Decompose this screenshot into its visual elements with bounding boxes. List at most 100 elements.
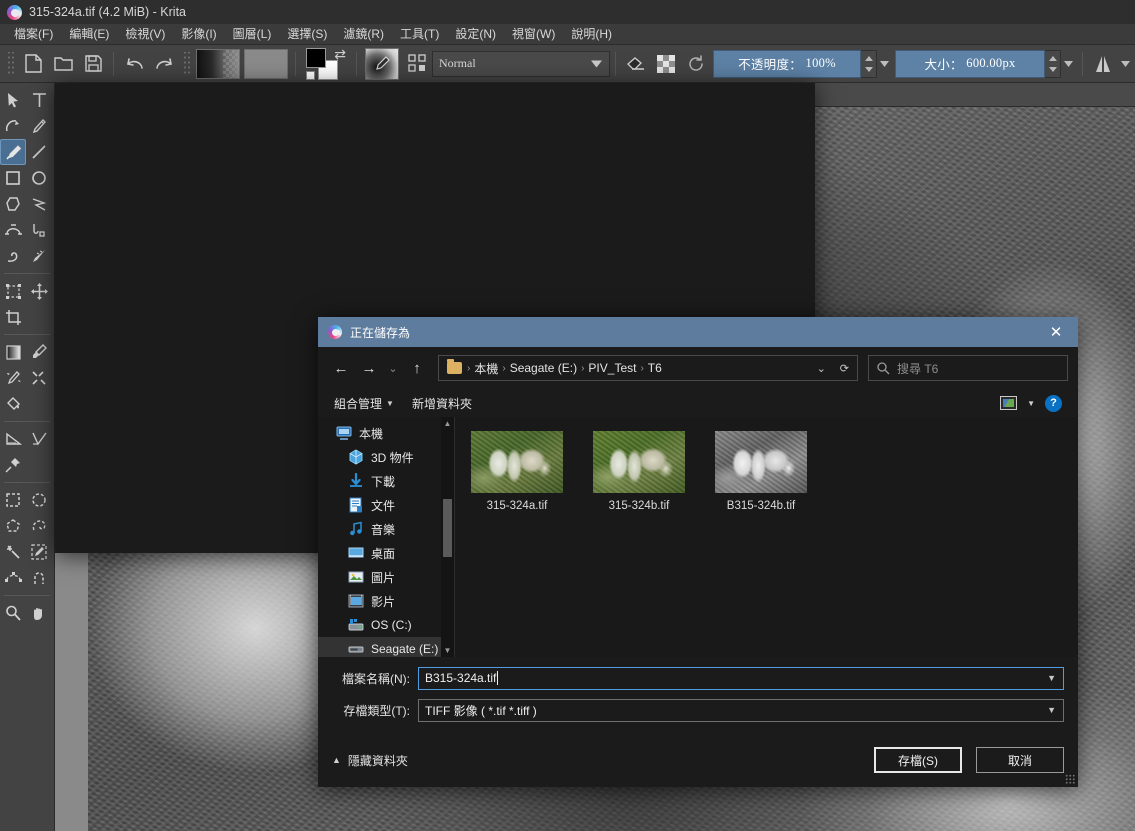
sidebar-item-music[interactable]: 音樂: [318, 517, 454, 541]
breadcrumb-chevron-down-icon[interactable]: ⌄: [811, 362, 832, 375]
alpha-lock-icon[interactable]: [652, 50, 680, 78]
mirror-horizontal-icon[interactable]: [1089, 50, 1117, 78]
freehand-select-tool[interactable]: [26, 513, 52, 539]
reference-images-tool[interactable]: [0, 452, 26, 478]
dynamic-brush-tool[interactable]: [0, 243, 26, 269]
move-tool[interactable]: [26, 278, 52, 304]
magnetic-select-tool[interactable]: [26, 565, 52, 591]
polyline-tool[interactable]: [26, 191, 52, 217]
help-question-icon[interactable]: ?: [1045, 394, 1062, 412]
rectangle-tool[interactable]: [0, 165, 26, 191]
menu-view[interactable]: 檢視(V): [117, 23, 173, 45]
contiguous-select-tool[interactable]: [0, 539, 26, 565]
close-x-icon[interactable]: ✕: [1034, 317, 1078, 347]
similar-color-select-tool[interactable]: [26, 539, 52, 565]
resize-grip-icon[interactable]: [1065, 774, 1075, 784]
menu-file[interactable]: 檔案(F): [6, 23, 61, 45]
transform-tool[interactable]: [0, 278, 26, 304]
text-tool[interactable]: [26, 87, 52, 113]
save-button[interactable]: 存檔(S): [874, 747, 962, 773]
polygonal-select-tool[interactable]: [0, 513, 26, 539]
redo-button[interactable]: [150, 50, 178, 78]
foreground-background-color[interactable]: ⇄: [306, 46, 346, 80]
brush-preset-icon[interactable]: [365, 47, 399, 80]
menu-tools[interactable]: 工具(T): [392, 23, 447, 45]
menu-settings[interactable]: 設定(N): [447, 23, 504, 45]
multibrush-tool[interactable]: [26, 243, 52, 269]
bezier-curve-tool[interactable]: [0, 217, 26, 243]
refresh-icon[interactable]: ⟳: [834, 362, 855, 375]
opacity-options-caret[interactable]: [877, 50, 891, 78]
file-item[interactable]: 315-324a.tif: [465, 431, 569, 512]
sidebar-item-seagate-e[interactable]: Seagate (E:): [318, 637, 454, 657]
pattern-swatch-icon[interactable]: [244, 48, 288, 79]
fill-tool[interactable]: [0, 391, 26, 417]
arrow-up-icon[interactable]: ↑: [404, 355, 430, 381]
crop-tool[interactable]: [0, 304, 26, 330]
freehand-path-tool[interactable]: [26, 217, 52, 243]
swap-colors-icon[interactable]: ⇄: [334, 46, 346, 63]
reset-colors-icon[interactable]: [306, 70, 315, 80]
breadcrumb-item-3[interactable]: T6: [645, 361, 665, 375]
hide-folders-button[interactable]: ▲ 隱藏資料夾: [332, 752, 408, 769]
menu-help[interactable]: 說明(H): [563, 23, 620, 45]
blending-mode-combo[interactable]: Normal: [432, 50, 610, 77]
file-list-panel[interactable]: 315-324a.tif 315-324b.tif B315-324b.tif: [454, 417, 1078, 657]
menu-select[interactable]: 選擇(S): [279, 23, 335, 45]
size-spinner[interactable]: [1045, 49, 1061, 78]
sidebar-item-this-pc[interactable]: 本機: [318, 421, 454, 445]
spin-down-icon[interactable]: [864, 66, 873, 72]
brush-editor-icon[interactable]: [403, 50, 431, 78]
arrow-right-icon[interactable]: →: [356, 355, 382, 381]
size-options-caret[interactable]: [1061, 50, 1075, 78]
file-item[interactable]: 315-324b.tif: [587, 431, 691, 512]
calligraphy-tool[interactable]: [26, 113, 52, 139]
sidebar-scrollbar[interactable]: ▲ ▼: [441, 417, 454, 657]
line-tool[interactable]: [26, 139, 52, 165]
measure-tool[interactable]: [0, 426, 26, 452]
organize-button[interactable]: 組合管理 ▼: [334, 395, 394, 412]
sidebar-item-pictures[interactable]: 圖片: [318, 565, 454, 589]
rectangular-select-tool[interactable]: [0, 487, 26, 513]
size-slider[interactable]: 大小： 600.00px: [895, 49, 1045, 78]
search-input[interactable]: 搜尋 T6: [868, 355, 1068, 381]
chevron-up-icon[interactable]: ▲: [441, 417, 454, 430]
colorize-mask-tool[interactable]: [0, 365, 26, 391]
sidebar-item-videos[interactable]: 影片: [318, 589, 454, 613]
arrow-left-icon[interactable]: ←: [328, 355, 354, 381]
sidebar-item-3d-objects[interactable]: 3D 物件: [318, 445, 454, 469]
assistant-tool[interactable]: [26, 426, 52, 452]
filetype-select[interactable]: TIFF 影像 ( *.tif *.tiff ) ▼: [418, 698, 1064, 722]
sidebar-item-documents[interactable]: 文件: [318, 493, 454, 517]
spin-up-icon[interactable]: [864, 55, 873, 61]
select-shapes-tool[interactable]: [0, 87, 26, 113]
view-layout-icon[interactable]: [1000, 396, 1018, 410]
breadcrumb-item-0[interactable]: 本機: [471, 360, 501, 377]
chevron-down-icon[interactable]: ▼: [441, 644, 454, 657]
new-folder-button[interactable]: 新增資料夾: [412, 395, 472, 412]
breadcrumb-item-2[interactable]: PIV_Test: [585, 361, 639, 375]
color-picker-tool[interactable]: [26, 339, 52, 365]
mirror-options-caret[interactable]: [1118, 60, 1132, 67]
undo-button[interactable]: [120, 50, 148, 78]
sidebar-item-downloads[interactable]: 下載: [318, 469, 454, 493]
menu-image[interactable]: 影像(I): [173, 23, 224, 45]
opacity-control[interactable]: 不透明度： 100%: [713, 49, 891, 78]
scrollbar-thumb[interactable]: [443, 499, 452, 557]
size-control[interactable]: 大小： 600.00px: [895, 49, 1075, 78]
menu-window[interactable]: 視窗(W): [504, 23, 563, 45]
gradient-tool[interactable]: [0, 339, 26, 365]
spin-up-icon[interactable]: [1048, 55, 1057, 61]
save-document-button[interactable]: [79, 50, 107, 78]
reload-preset-icon[interactable]: [682, 50, 710, 78]
freehand-brush-tool[interactable]: [0, 139, 26, 165]
ellipse-tool[interactable]: [26, 165, 52, 191]
toolbar-grip[interactable]: [6, 51, 15, 76]
cancel-button[interactable]: 取消: [976, 747, 1064, 773]
open-folder-button[interactable]: [49, 50, 77, 78]
opacity-slider[interactable]: 不透明度： 100%: [713, 49, 861, 78]
chevron-down-icon[interactable]: ▼: [1047, 673, 1056, 683]
toolbar-grip-2[interactable]: [182, 51, 191, 76]
menu-filter[interactable]: 濾鏡(R): [335, 23, 392, 45]
menu-edit[interactable]: 編輯(E): [61, 23, 117, 45]
